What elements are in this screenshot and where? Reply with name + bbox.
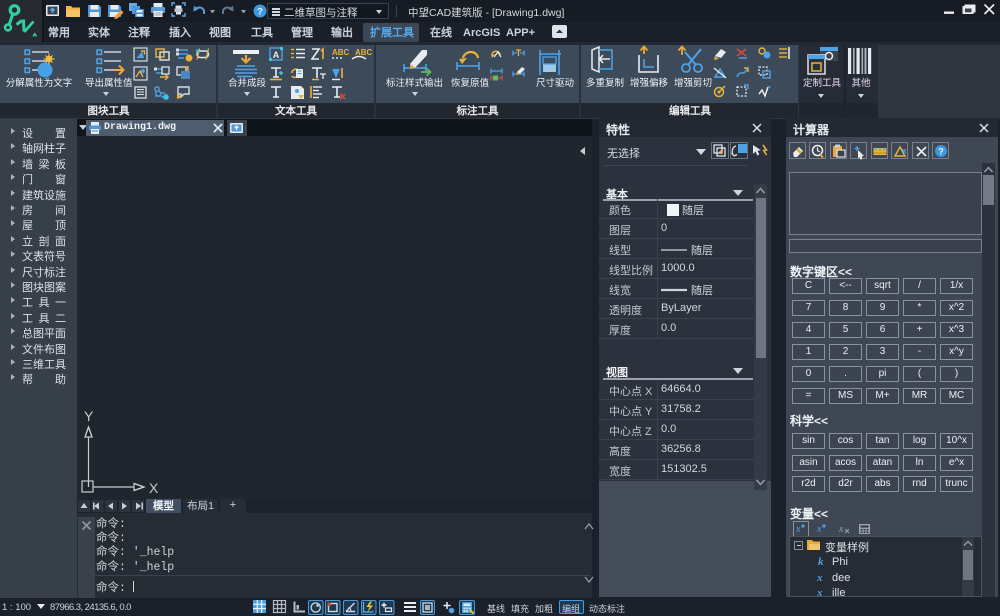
svg-text:x: x <box>795 524 801 535</box>
svg-text:ABC: ABC <box>332 48 350 57</box>
svg-text:X: X <box>149 480 159 496</box>
svg-text:Y: Y <box>84 408 94 424</box>
svg-text:?: ? <box>938 147 944 157</box>
svg-text:ABC: ABC <box>355 48 373 57</box>
svg-text:x: x <box>816 524 822 535</box>
svg-text:?: ? <box>257 6 263 17</box>
svg-text:x: x <box>838 524 844 535</box>
svg-text:A: A <box>273 50 280 60</box>
